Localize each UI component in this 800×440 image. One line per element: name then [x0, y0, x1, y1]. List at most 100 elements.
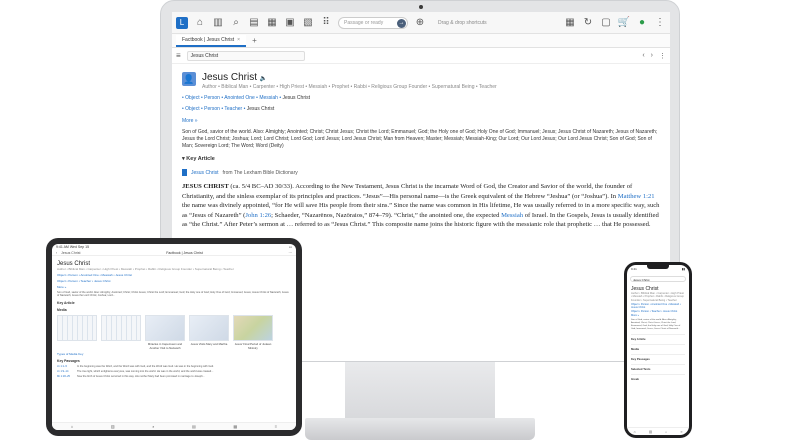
passage-input[interactable]: Passage or ready → [338, 16, 408, 29]
signal-icon: ▮▮ [681, 267, 685, 271]
tablet-back-icon[interactable]: ‹ [56, 251, 57, 255]
passage-text: Now the birth of Jesus Christ occurred i… [77, 374, 205, 378]
media-card[interactable]: Jesus Visits Mary and Martha [189, 314, 229, 350]
breadcrumb-links[interactable]: Object • Person • Anointed One • Messiah… [185, 95, 281, 101]
tablet-media-heading[interactable]: Media [57, 308, 291, 312]
tablet-bar-title: Factbook | Jesus Christ [166, 250, 203, 255]
scripture-link[interactable]: John 1:26 [245, 212, 271, 219]
factbook-search-row: ≡ Jesus Christ ‹ › ⋮ [172, 48, 670, 64]
library-icon[interactable]: ▥ [212, 17, 224, 29]
forward-icon[interactable]: › [651, 52, 653, 60]
tablet-media-strip: Miracles in Capernaum and Another Visit … [57, 314, 291, 350]
documents-icon[interactable]: ▤ [192, 424, 196, 429]
go-arrow-icon[interactable]: → [397, 18, 406, 28]
article-source-from: from The Lexham Bible Dictionary [222, 169, 298, 176]
article-text: (ca. 5/4 BC–AD 30/33). According to the … [182, 183, 633, 200]
media-card[interactable] [101, 314, 141, 350]
article-source-title[interactable]: Jesus Christ [191, 170, 219, 176]
hamburger-menu-icon[interactable]: ≡ [176, 51, 181, 60]
search-icon[interactable]: ⌕ [665, 430, 667, 434]
phone-more-link[interactable]: More » [631, 314, 685, 317]
tablet-key-passages[interactable]: Key Passages [57, 359, 291, 363]
home-icon[interactable]: ⌂ [71, 424, 73, 429]
phone-breadcrumb[interactable]: Object • Person • Anointed One • Messiah… [631, 303, 685, 309]
key-article-heading[interactable]: ▾ Key Article [182, 156, 660, 162]
article-text: ; Schaeder, “Nazarēnos, Nazōraios,” 874–… [271, 211, 502, 219]
passage-text: The true light, which enlightens everyon… [77, 369, 214, 373]
menu-icon[interactable]: ≡ [275, 424, 277, 429]
definition-text: Son of God, savior of the world. Also: A… [182, 129, 658, 149]
camera [419, 5, 423, 9]
panel-menu-icon[interactable]: ⋮ [659, 52, 666, 60]
phone-device: 9:41 ▮▮ Jesus Christ Jesus Christ Author… [624, 262, 692, 438]
tools-icon[interactable]: ▣ [284, 17, 296, 29]
tablet-entry-subtitle: Author • Biblical Man • Carpenter • High… [57, 267, 234, 271]
monitor-base [305, 418, 535, 440]
article-body: JESUS CHRIST (ca. 5/4 BC–AD 30/33). Acco… [182, 182, 660, 230]
media-card[interactable]: Jesus' Final Period of Judean Ministry [233, 314, 273, 350]
layout-icon[interactable]: ▦ [564, 17, 576, 29]
breadcrumb-current: Jesus Christ [282, 95, 310, 101]
passage-row[interactable]: Jn 1:9–14 The true light, which enlighten… [57, 370, 291, 373]
documents-icon[interactable]: ▦ [266, 17, 278, 29]
media-card[interactable]: Miracles in Capernaum and Another Visit … [145, 314, 185, 350]
phone-section[interactable]: Selected Texts [631, 363, 685, 371]
logos-logo-icon[interactable]: L [176, 16, 188, 29]
history-nav: ‹ › ⋮ [642, 52, 666, 60]
add-shortcut-icon[interactable]: ⊕ [414, 17, 426, 29]
monitor-stand [345, 362, 495, 422]
phone-breadcrumb[interactable]: Object • Person • Teacher • Jesus Christ [631, 310, 685, 313]
guides-icon[interactable]: ▤ [248, 17, 260, 29]
tools-icon[interactable]: ▦ [233, 424, 237, 429]
passage-ref[interactable]: Mt 1:18–25 [57, 375, 73, 378]
phone-section[interactable]: Media [631, 343, 685, 351]
chart-thumbnail [189, 314, 229, 341]
breadcrumb-links[interactable]: Object • Person • Teacher • [185, 106, 245, 112]
passage-ref[interactable]: Jn 1:9–14 [57, 370, 73, 373]
phone-section[interactable]: Greek [631, 373, 685, 381]
media-card[interactable] [57, 314, 97, 350]
tablet-key-article[interactable]: Key Article [57, 301, 291, 305]
search-icon[interactable]: ⌕ [230, 17, 242, 29]
panels-icon[interactable]: ▢ [600, 17, 612, 29]
library-icon[interactable]: ▥ [649, 430, 652, 434]
more-menu-icon[interactable]: ⋮ [654, 17, 666, 29]
passage-row[interactable]: Mt 1:18–25 Now the birth of Jesus Christ … [57, 375, 291, 378]
phone-content: Jesus Christ Author • Biblical Man • Car… [627, 282, 689, 383]
tablet-more-icon[interactable]: ⋯ [289, 251, 293, 255]
tab-factbook[interactable]: Factbook | Jesus Christ × [176, 34, 247, 47]
phone-section[interactable]: Key Article [631, 333, 685, 341]
menu-icon[interactable]: ≡ [680, 430, 682, 434]
person-icon: 👤 [182, 72, 196, 86]
home-icon[interactable]: ⌂ [634, 430, 636, 434]
more-link[interactable]: More » [182, 118, 660, 124]
home-icon[interactable]: ⌂ [194, 17, 206, 29]
messiah-link[interactable]: Messiah [501, 212, 523, 219]
add-tab-icon[interactable]: + [252, 36, 257, 45]
library-icon[interactable]: ▥ [111, 424, 115, 429]
tablet-media-key-link[interactable]: Types of Media Key [57, 352, 291, 356]
apps-grid-icon[interactable]: ⠿ [320, 17, 332, 29]
passage-ref[interactable]: Jn 1:1–5 [57, 365, 73, 368]
tablet-breadcrumb[interactable]: Object • Person • Anointed One • Messiah… [57, 273, 291, 277]
search-icon[interactable]: ⌕ [152, 424, 154, 429]
phone-section[interactable]: Key Passages [631, 353, 685, 361]
tablet-breadcrumb[interactable]: Object • Person • Teacher • Jesus Christ [57, 279, 291, 283]
layouts-icon[interactable]: ▧ [302, 17, 314, 29]
passage-row[interactable]: Jn 1:1–5 In the beginning was the Word, a… [57, 365, 291, 368]
tab-label: Factbook | Jesus Christ [182, 36, 235, 43]
phone-entry-subtitle: Author • Biblical Man • Carpenter • High… [631, 292, 684, 302]
close-tab-icon[interactable]: × [237, 37, 240, 43]
entry-title-row: Jesus Christ 🔈 [202, 72, 497, 83]
factbook-search-input[interactable]: Jesus Christ [186, 50, 305, 61]
tablet-search-field[interactable]: Jesus Christ [61, 251, 80, 255]
tablet-more-link[interactable]: More » [57, 285, 291, 289]
scripture-link[interactable]: Matthew 1:21 [618, 193, 655, 200]
pronunciation-icon[interactable]: 🔈 [260, 76, 267, 82]
factbook-content: 👤 Jesus Christ 🔈 Author • Biblical Man •… [172, 64, 670, 230]
sync-icon[interactable]: ↻ [582, 17, 594, 29]
back-icon[interactable]: ‹ [642, 52, 644, 60]
cart-icon[interactable]: 🛒 [618, 17, 630, 29]
media-caption: Jesus' Final Period of Judean Ministry [234, 341, 272, 350]
account-icon[interactable]: ● [636, 17, 648, 29]
